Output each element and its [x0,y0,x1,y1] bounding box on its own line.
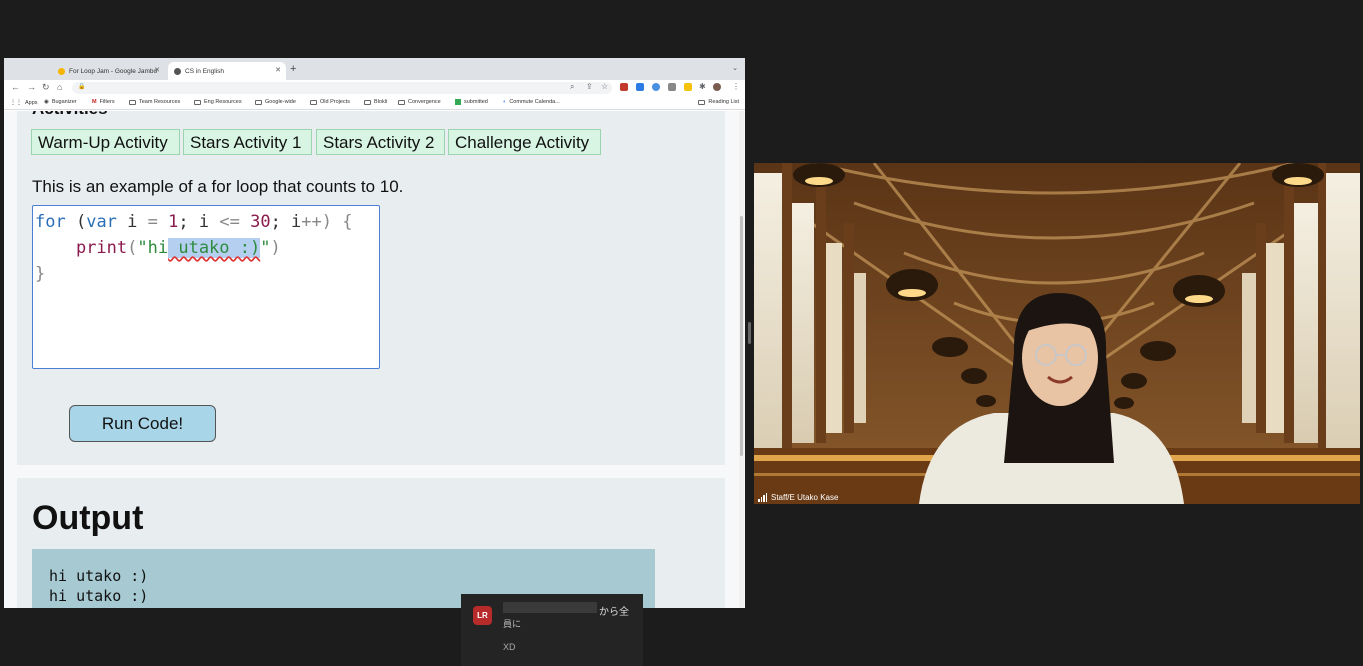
bug-icon: ◉ [44,99,49,105]
tab-cs-in-english[interactable]: CS in English ✕ [168,62,286,80]
close-tab-icon[interactable]: ✕ [275,66,281,74]
bookmark-eng-resources[interactable]: Eng Resources [194,99,242,105]
extension-icon[interactable] [652,83,660,91]
stars-activity-2-button[interactable]: Stars Activity 2 [316,129,445,155]
bookmark-filters[interactable]: M Filters [92,99,115,105]
profile-avatar-icon[interactable] [713,83,721,91]
bookmark-blokli[interactable]: Blokli [364,99,387,105]
folder-icon [194,99,201,105]
reading-list-icon [698,99,706,105]
code-panel: Activities Warm-Up Activity Stars Activi… [17,111,725,465]
participant-video: Staff/E Utako Kase [754,163,1360,504]
browser-toolbar: ← → ↻ ⌂ 🔒 ⌕ ⇪ ☆ ✱ ⋮ [4,80,745,96]
run-code-button[interactable]: Run Code! [69,405,216,442]
address-bar[interactable]: 🔒 [72,82,612,94]
library-background-image [754,163,1360,504]
forward-arrow-icon[interactable]: → [27,82,36,92]
extension-icon[interactable] [636,83,644,91]
bookmark-apps[interactable]: ⋮⋮ Apps [10,99,38,107]
stars-activity-1-button[interactable]: Stars Activity 1 [183,129,312,155]
sender-suffix: から全 [599,607,629,618]
folder-icon [129,99,136,105]
lock-icon: 🔒 [78,84,86,90]
split-drag-handle[interactable] [748,322,751,344]
sheets-icon [455,99,461,105]
extension-icon[interactable] [684,83,692,91]
output-panel: Output hi utako :) hi utako :) [17,478,725,608]
page-scrollbar[interactable] [739,111,744,608]
extension-icon[interactable] [620,83,628,91]
warm-up-activity-button[interactable]: Warm-Up Activity [31,129,180,155]
tab-title: For Loop Jam - Google Jambo [69,67,158,75]
folder-icon [398,99,405,105]
apps-grid-icon: ⋮⋮ [10,100,22,106]
bookmark-convergence[interactable]: Convergence [398,99,441,105]
challenge-activity-button[interactable]: Challenge Activity [448,129,601,155]
sender-avatar: LR [473,606,492,625]
gmail-icon: M [92,99,97,105]
bookmark-buganizer[interactable]: ◉ Buganizer [44,99,77,105]
code-line-1: for (var i = 1; i <= 30; i++) { [35,212,353,232]
output-line: hi utako :) [49,587,149,605]
code-line-2: print("hi utako :)") [75,238,281,258]
signal-strength-icon [758,493,768,502]
jamboard-favicon-icon [58,67,65,75]
tab-strip: For Loop Jam - Google Jambo ✕ CS in Engl… [4,58,745,80]
redacted-sender-name [503,602,597,613]
bookmarks-bar: ⋮⋮ Apps ◉ Buganizer M Filters Team Resource… [4,96,745,110]
scrollbar-thumb[interactable] [740,216,743,456]
bookmark-old-projects[interactable]: Old Projects [310,99,350,105]
folder-icon [364,99,371,105]
example-description: This is an example of a for loop that co… [32,177,404,196]
page-viewport: Activities Warm-Up Activity Stars Activi… [4,111,745,608]
tab-search-chevron-icon[interactable]: ⌄ [732,64,738,72]
chat-notification[interactable]: LR から全 員に XD [461,594,643,666]
tab-title: CS in English [185,67,225,75]
extension-icon[interactable] [668,83,676,91]
code-editor[interactable]: for (var i = 1; i <= 30; i++) { print("h… [32,205,380,369]
menu-kebab-icon[interactable]: ⋮ [732,82,740,91]
code-line-3: } [35,264,46,284]
reading-list-button[interactable]: Reading List [698,99,739,105]
recipient-label: 員に [503,619,522,629]
back-arrow-icon[interactable]: ← [11,82,20,92]
output-title: Output [32,499,144,537]
zoom-icon[interactable]: ⌕ [570,82,574,92]
browser-window: For Loop Jam - Google Jambo ✕ CS in Engl… [4,58,745,608]
bookmark-team-resources[interactable]: Team Resources [129,99,180,105]
new-tab-plus-icon[interactable]: + [290,63,296,75]
folder-icon [255,99,262,105]
globe-favicon-icon [174,67,181,75]
calendar-icon: ◐ [503,99,507,105]
folder-icon [310,99,317,105]
close-tab-icon[interactable]: ✕ [154,66,160,74]
reload-icon[interactable]: ↻ [42,82,50,93]
bookmark-star-icon[interactable]: ☆ [601,82,608,91]
share-icon[interactable]: ⇪ [586,82,593,91]
extensions-puzzle-icon[interactable]: ✱ [699,82,706,91]
tab-for-loop-jam[interactable]: For Loop Jam - Google Jambo ✕ [52,62,165,80]
output-line: hi utako :) [49,567,149,585]
selected-text: utako :) [168,238,261,258]
activities-heading: Activities [32,111,108,119]
bookmark-submitted[interactable]: submitted [455,99,488,105]
participant-name-label: Staff/E Utako Kase [758,493,838,502]
bookmark-commute-calendar[interactable]: ◐ Commute Calenda... [503,99,560,105]
bookmark-google-wide[interactable]: Google-wide [255,99,296,105]
chat-message: XD [503,642,516,652]
home-icon[interactable]: ⌂ [57,82,62,92]
